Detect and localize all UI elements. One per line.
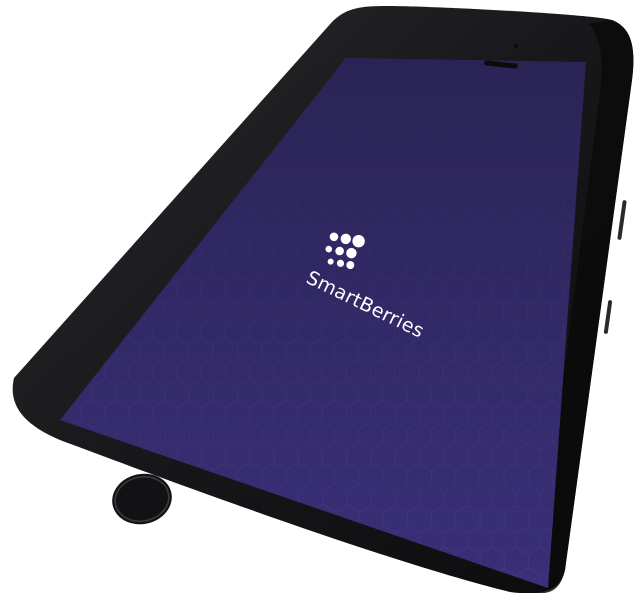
power-button xyxy=(603,300,613,334)
front-camera-icon xyxy=(513,43,519,49)
mockup-stage: SmartBerries xyxy=(0,0,640,593)
volume-button xyxy=(617,200,627,240)
phone-mockup: SmartBerries xyxy=(12,6,634,593)
